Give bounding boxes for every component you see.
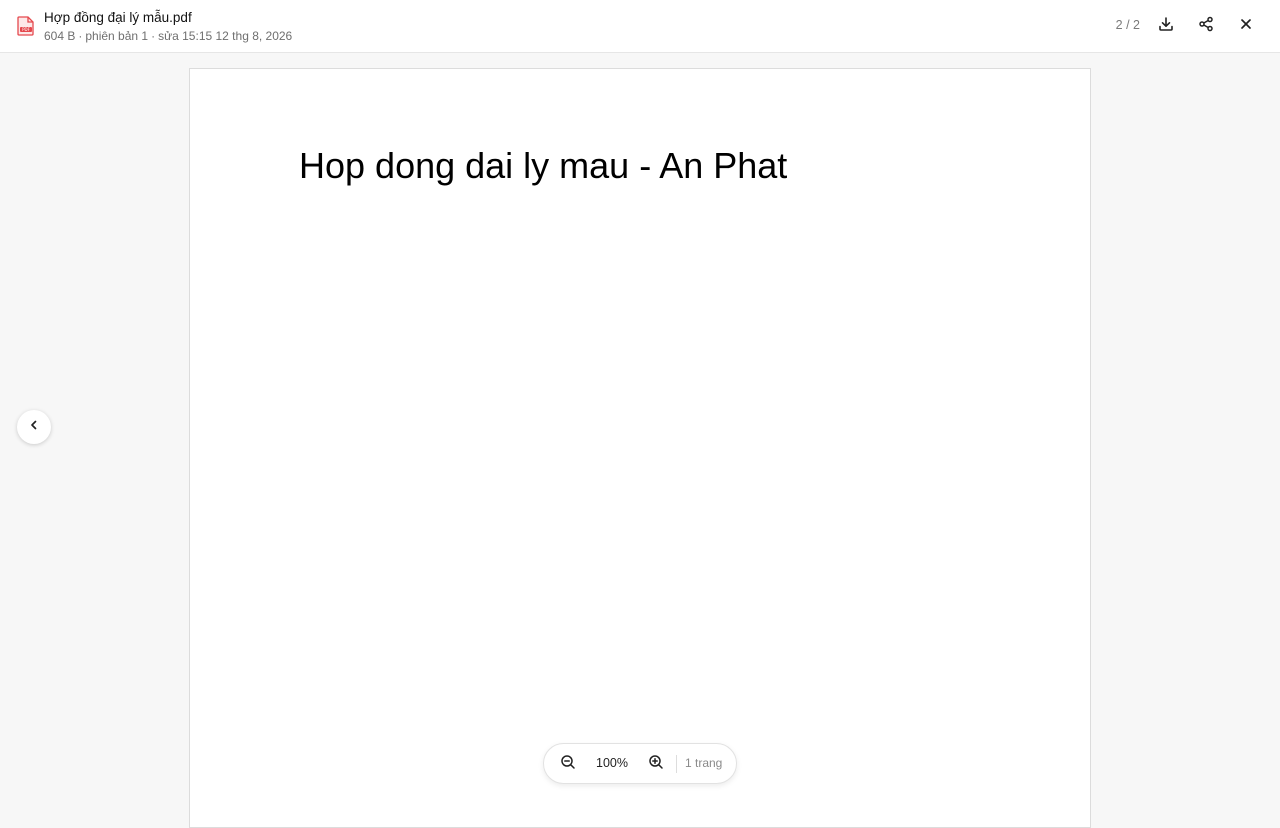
file-version: phiên bản 1 bbox=[85, 29, 149, 43]
zoom-divider bbox=[676, 755, 677, 773]
file-position-counter: 2 / 2 bbox=[1115, 18, 1140, 32]
file-modified: sửa 15:15 12 thg 8, 2026 bbox=[158, 29, 293, 43]
document-heading: Hop dong dai ly mau - An Phat bbox=[299, 145, 788, 186]
close-button[interactable] bbox=[1232, 12, 1260, 40]
svg-text:PDF: PDF bbox=[22, 27, 30, 32]
pdf-file-icon: PDF bbox=[16, 15, 36, 37]
share-button[interactable] bbox=[1192, 12, 1220, 40]
download-icon bbox=[1158, 16, 1174, 37]
page-count: 1 trang bbox=[685, 756, 723, 770]
zoom-in-icon bbox=[648, 754, 664, 775]
chevron-left-icon bbox=[28, 418, 40, 436]
zoom-out-button[interactable] bbox=[558, 754, 578, 774]
file-size: 604 B bbox=[44, 29, 76, 43]
share-icon bbox=[1198, 16, 1214, 37]
close-icon bbox=[1239, 17, 1253, 36]
download-button[interactable] bbox=[1152, 12, 1180, 40]
document-viewer[interactable]: Hop dong dai ly mau - An Phat 100% 1 tra… bbox=[0, 53, 1280, 828]
zoom-in-button[interactable] bbox=[646, 754, 666, 774]
meta-separator: · bbox=[78, 29, 83, 43]
previous-file-button[interactable] bbox=[17, 410, 51, 444]
file-name: Hợp đồng đại lý mẫu.pdf bbox=[44, 10, 192, 25]
zoom-level: 100% bbox=[596, 756, 628, 770]
zoom-toolbar: 100% 1 trang bbox=[543, 743, 737, 784]
meta-separator: · bbox=[151, 29, 156, 43]
zoom-out-icon bbox=[560, 754, 576, 775]
pdf-page: Hop dong dai ly mau - An Phat bbox=[189, 68, 1091, 828]
viewer-header: PDF Hợp đồng đại lý mẫu.pdf 604 B · phiên … bbox=[0, 0, 1280, 53]
file-metadata: 604 B · phiên bản 1 · sửa 15:15 12 thg 8, 20… bbox=[44, 29, 292, 43]
